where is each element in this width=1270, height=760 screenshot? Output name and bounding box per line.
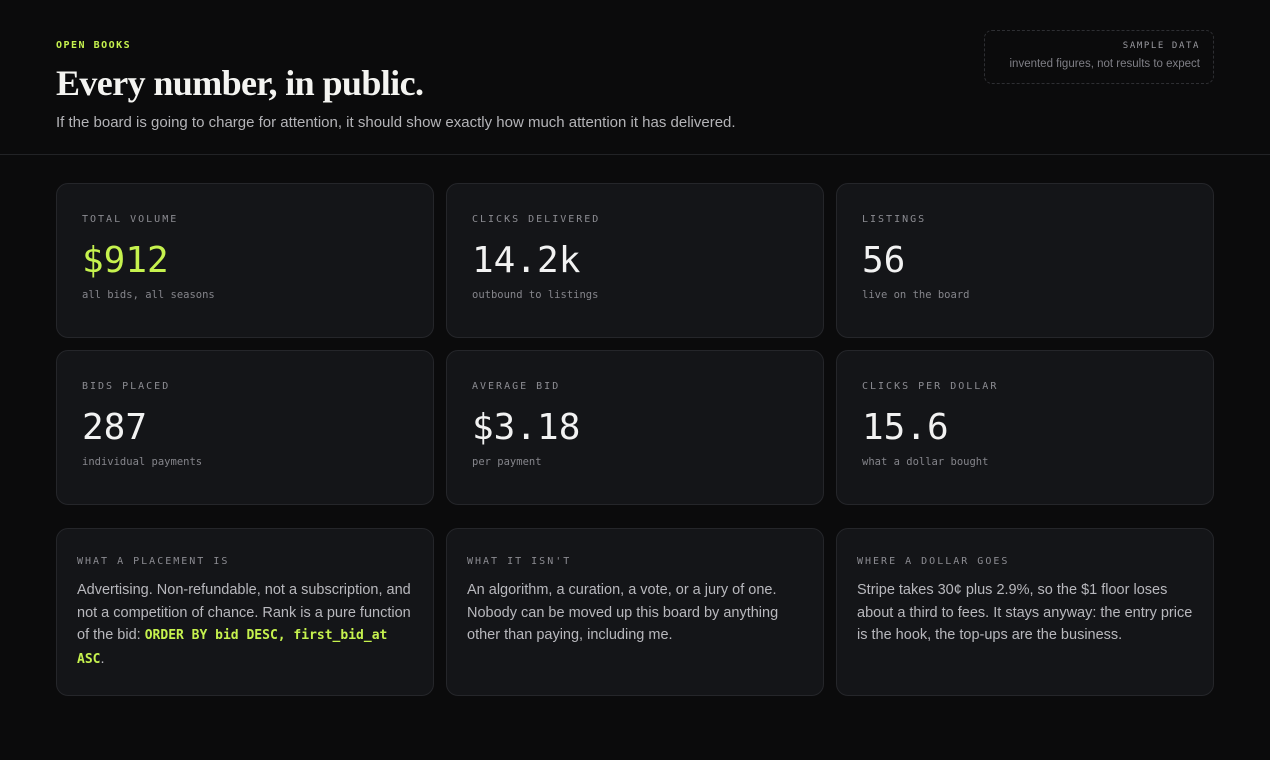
stat-value: $912 <box>82 240 169 281</box>
info-label: WHAT A PLACEMENT IS <box>77 556 230 567</box>
stat-card-average-bid: AVERAGE BID $3.18 per payment <box>446 350 824 505</box>
stat-label: TOTAL VOLUME <box>82 214 179 225</box>
stat-note: individual payments <box>82 456 203 468</box>
sample-data-title: SAMPLE DATA <box>1122 41 1200 51</box>
page-header: OPEN BOOKS Every number, in public. If t… <box>0 0 1270 155</box>
stat-note: outbound to listings <box>472 289 599 301</box>
stat-label: AVERAGE BID <box>472 381 561 392</box>
info-card-what-it-isnt: WHAT IT ISN'T An algorithm, a curation, … <box>446 528 824 696</box>
page-subtitle: If the board is going to charge for atte… <box>56 114 736 131</box>
stat-note: what a dollar bought <box>862 456 989 468</box>
stat-card-clicks-per-dollar: CLICKS PER DOLLAR 15.6 what a dollar bou… <box>836 350 1214 505</box>
eyebrow-label: OPEN BOOKS <box>56 40 132 51</box>
info-card-dollar-goes: WHERE A DOLLAR GOES Stripe takes 30¢ plu… <box>836 528 1214 696</box>
stat-note: per payment <box>472 456 542 468</box>
stat-card-clicks-delivered: CLICKS DELIVERED 14.2k outbound to listi… <box>446 183 824 338</box>
info-card-placement: WHAT A PLACEMENT IS Advertising. Non-ref… <box>56 528 434 696</box>
stat-card-total-volume: TOTAL VOLUME $912 all bids, all seasons <box>56 183 434 338</box>
stat-note: all bids, all seasons <box>82 289 215 301</box>
stat-note: live on the board <box>862 289 970 301</box>
stat-label: BIDS PLACED <box>82 381 171 392</box>
page-title: Every number, in public. <box>56 63 424 103</box>
stat-value: 15.6 <box>862 407 949 448</box>
stat-label: LISTINGS <box>862 214 927 225</box>
stat-label: CLICKS PER DOLLAR <box>862 381 999 392</box>
info-text: Stripe takes 30¢ plus 2.9%, so the $1 fl… <box>857 582 1193 643</box>
stat-label: CLICKS DELIVERED <box>472 214 601 225</box>
stat-card-bids-placed: BIDS PLACED 287 individual payments <box>56 350 434 505</box>
stat-value: $3.18 <box>472 407 581 448</box>
stat-value: 14.2k <box>472 240 581 281</box>
info-text: Advertising. Non-refundable, not a subsc… <box>77 579 413 671</box>
stat-value: 56 <box>862 240 906 281</box>
info-text-after: . <box>100 650 105 667</box>
stat-card-listings: LISTINGS 56 live on the board <box>836 183 1214 338</box>
info-text: An algorithm, a curation, a vote, or a j… <box>467 582 779 643</box>
info-label: WHERE A DOLLAR GOES <box>857 556 1010 567</box>
stat-value: 287 <box>82 407 148 448</box>
sample-data-notice: SAMPLE DATA invented figures, not result… <box>984 30 1214 84</box>
sample-data-note: invented figures, not results to expect <box>1009 58 1201 70</box>
info-label: WHAT IT ISN'T <box>467 556 572 567</box>
